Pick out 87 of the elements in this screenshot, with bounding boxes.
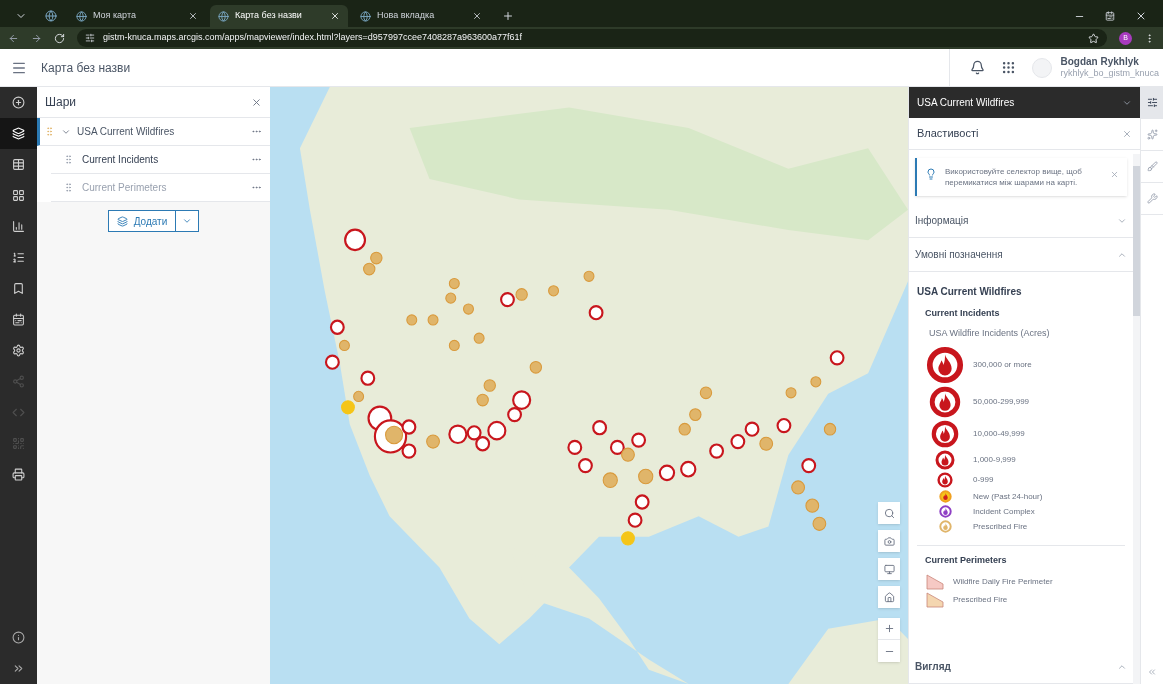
browser-tab[interactable]: Карта без назви <box>210 5 348 27</box>
layer-name: USA Current Wildfires <box>77 125 176 139</box>
flame-symbol-icon <box>931 420 959 448</box>
polygon-symbol-icon <box>926 591 944 608</box>
add-icon[interactable] <box>12 96 25 109</box>
printer-icon[interactable] <box>12 468 25 481</box>
legend-label: New (Past 24-hour) <box>973 490 1043 503</box>
sparkle-icon <box>1146 129 1158 140</box>
globe-icon[interactable] <box>45 10 57 22</box>
flame-symbol-icon <box>938 520 952 533</box>
map-title: Карта без назви <box>41 59 131 77</box>
globe-icon <box>76 10 87 22</box>
brush-icon <box>1146 161 1158 172</box>
site-settings-icon[interactable] <box>85 33 95 43</box>
browser-tab[interactable]: Нова вкладка <box>352 5 490 27</box>
panel-title: Властивості <box>917 126 980 142</box>
close-icon[interactable] <box>472 11 482 21</box>
screenshot-icon <box>883 535 895 547</box>
calendar-icon[interactable] <box>12 313 25 326</box>
legend-label: Wildfire Daily Fire Perimeter <box>953 575 1053 588</box>
flame-symbol-icon <box>938 505 952 518</box>
search-icon <box>883 507 895 519</box>
layers-icon <box>116 215 128 227</box>
plus-icon <box>883 623 895 634</box>
side-tool-button[interactable] <box>1141 87 1163 119</box>
legend-label: Incident Complex <box>973 505 1035 518</box>
layers-icon[interactable] <box>12 127 25 140</box>
legend-label: 10,000-49,999 <box>973 428 1025 440</box>
user-name: Bogdan Rykhlyk <box>1060 55 1140 69</box>
legend-label: 1,000-9,999 <box>973 454 1016 466</box>
expand-icon[interactable] <box>12 662 25 675</box>
layers-tool[interactable] <box>0 118 37 149</box>
flame-symbol-icon <box>926 346 964 384</box>
legend-subtitle: USA Wildfire Incidents (Acres) <box>928 326 1051 340</box>
layer-selector[interactable]: USA Current Wildfires <box>909 87 1140 118</box>
drag-handle-icon[interactable] <box>44 126 55 137</box>
browser-tab[interactable]: Моя карта <box>68 5 206 27</box>
grid-icon[interactable] <box>12 189 25 202</box>
settings-icon[interactable] <box>12 344 25 357</box>
tip-text: Використовуйте селектор вище, щоб перемикатися між шарами на карті. <box>945 166 1083 188</box>
close-icon[interactable] <box>330 11 340 21</box>
legend-label: Prescribed Fire <box>953 593 1008 606</box>
flame-symbol-icon <box>935 450 955 470</box>
polygon-symbol-icon <box>926 573 944 590</box>
search-button[interactable] <box>878 502 900 524</box>
layer-name: Current Perimeters <box>82 181 168 195</box>
legend-label: 300,000 or more <box>973 359 1032 371</box>
lightbulb-icon <box>925 168 937 180</box>
back-icon[interactable] <box>8 32 19 44</box>
panel-title: Шари <box>45 94 78 111</box>
address-bar[interactable]: gistm-knuca.maps.arcgis.com/apps/mapviewer/index.html?layers=d957997ccee7408287a963600a77f61f <box>77 29 1107 47</box>
fullscreen-button[interactable] <box>878 558 900 580</box>
home-button[interactable] <box>878 586 900 608</box>
drag-handle-icon[interactable] <box>63 182 74 193</box>
legend-group-title: Current Incidents <box>925 307 1001 320</box>
wrench-icon <box>1146 193 1158 204</box>
scrollbar[interactable] <box>1133 154 1140 684</box>
user-login: rykhlyk_bo_gistm_knuca <box>1060 68 1159 80</box>
globe-icon <box>360 10 371 22</box>
globe-icon <box>218 10 229 22</box>
info-icon[interactable] <box>12 631 25 644</box>
bookmark-icon[interactable] <box>12 282 25 295</box>
new-tab-icon[interactable] <box>502 10 514 22</box>
close-icon[interactable] <box>188 11 198 21</box>
list-icon[interactable] <box>12 251 25 264</box>
caret-icon <box>182 216 193 226</box>
legend-label: 0-999 <box>973 474 994 486</box>
chart-icon[interactable] <box>12 220 25 233</box>
legend-label: Prescribed Fire <box>973 520 1028 533</box>
flame-symbol-icon <box>938 490 952 503</box>
home-icon <box>883 591 895 603</box>
forward-icon[interactable] <box>31 32 42 44</box>
flame-symbol-icon <box>929 386 961 418</box>
close-icon[interactable] <box>1135 10 1147 22</box>
legend-label: 50,000-299,999 <box>973 396 1030 408</box>
fullscreen-icon <box>883 563 895 575</box>
table-icon[interactable] <box>12 158 25 171</box>
legend-group-title: Current Perimeters <box>925 554 1008 567</box>
reload-icon[interactable] <box>54 32 65 44</box>
notifications-icon[interactable] <box>970 60 986 75</box>
sliders-icon <box>1146 97 1158 108</box>
flame-symbol-icon <box>937 472 953 488</box>
legend-layer-title: USA Current Wildfires <box>917 285 1023 299</box>
layer-name: Current Incidents <box>82 153 160 167</box>
drag-handle-icon[interactable] <box>63 154 74 165</box>
apps-grid-icon[interactable] <box>1001 60 1017 75</box>
bookmark-star-icon[interactable] <box>1088 32 1099 44</box>
